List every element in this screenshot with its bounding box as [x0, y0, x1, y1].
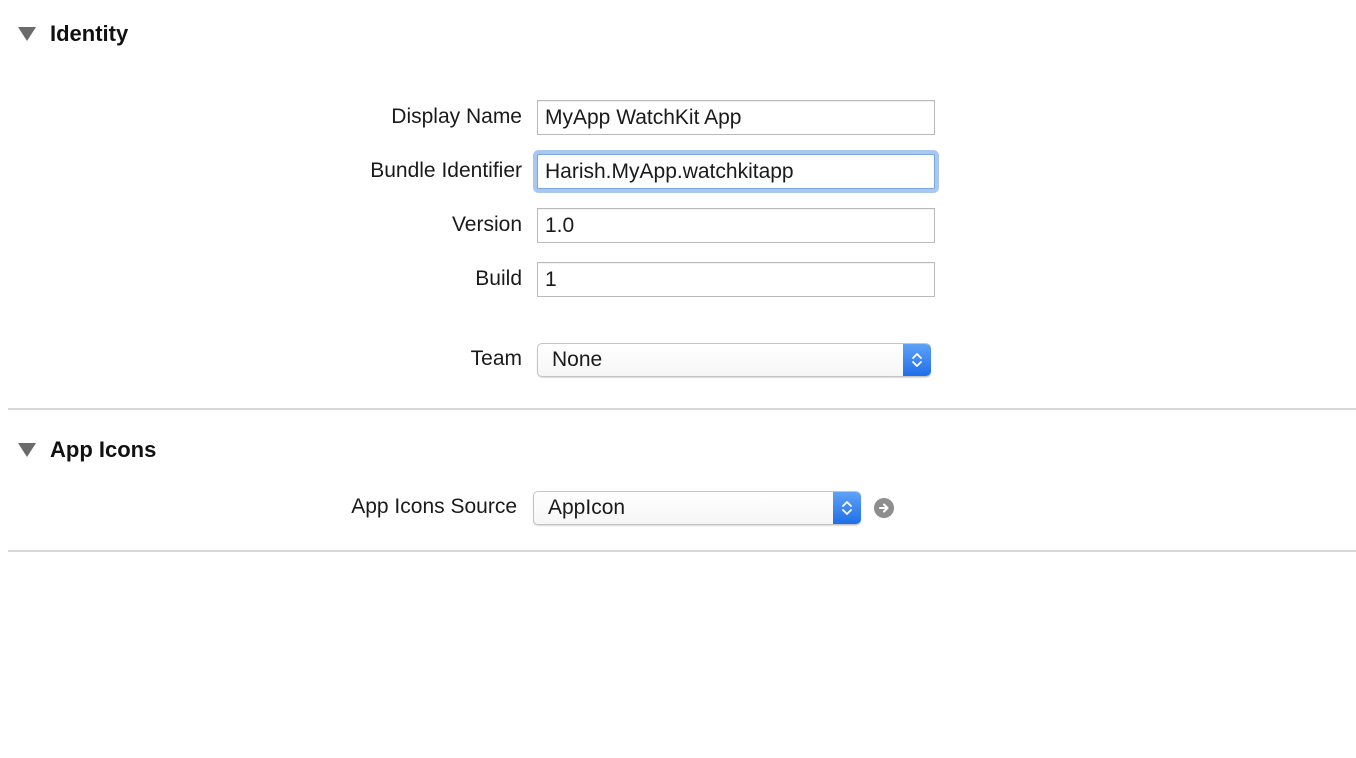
version-field[interactable]: [537, 208, 935, 243]
up-down-chevron-icon[interactable]: [833, 492, 861, 524]
app-icons-source-label: App Icons Source: [351, 495, 517, 518]
build-label: Build: [475, 267, 522, 290]
app-icons-section-header[interactable]: App Icons: [18, 437, 156, 463]
section-title-app-icons: App Icons: [50, 437, 157, 462]
bundle-identifier-field[interactable]: [537, 154, 935, 189]
display-name-field[interactable]: [537, 100, 935, 135]
section-title-identity: Identity: [50, 21, 129, 46]
team-popup-value: None: [552, 348, 603, 371]
display-name-label: Display Name: [391, 105, 522, 128]
app-icons-source-value: AppIcon: [548, 496, 626, 519]
version-label: Version: [451, 213, 522, 236]
disclosure-triangle-down-icon[interactable]: [18, 27, 36, 41]
bundle-identifier-label: Bundle Identifier: [370, 159, 522, 182]
team-popup[interactable]: None: [537, 343, 931, 377]
build-field[interactable]: [537, 262, 935, 297]
up-down-chevron-icon[interactable]: [903, 344, 931, 376]
section-separator: [8, 550, 1356, 552]
identity-section-header[interactable]: Identity: [18, 21, 128, 47]
section-separator: [8, 408, 1356, 410]
arrow-right-circle-icon[interactable]: [874, 498, 894, 518]
team-label: Team: [470, 347, 522, 370]
disclosure-triangle-down-icon[interactable]: [18, 443, 36, 457]
app-icons-source-popup[interactable]: AppIcon: [533, 491, 861, 525]
general-settings-panel: Identity Display Name Bundle Identifier …: [0, 0, 1356, 758]
